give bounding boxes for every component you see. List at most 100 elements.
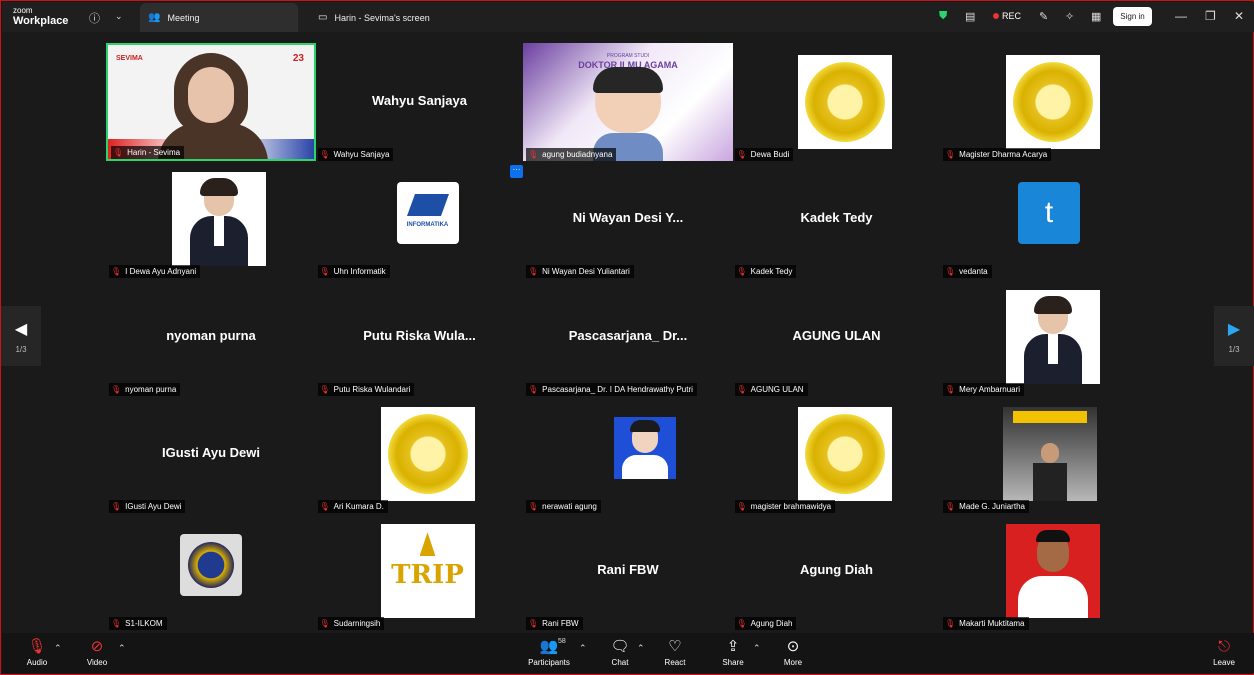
tile-more-button[interactable]: ··· [510,165,523,178]
participant-tile[interactable]: nyoman purna 🎙 nyoman purna [106,278,316,396]
informatika-logo-text: INFORMATIKA [406,222,449,229]
participant-name-tag: 🎙 Made G. Juniartha [943,499,1029,513]
sign-in-button[interactable]: Sign in [1113,7,1152,26]
participant-name-tag: 🎙 Ni Wayan Desi Yuliantari [526,265,634,279]
share-label: Share [722,658,744,667]
participant-tile[interactable]: Putu Riska Wula... 🎙 Putu Riska Wulandar… [315,278,525,396]
participant-tile[interactable]: 🎙 Made G. Juniartha [940,395,1150,513]
more-label: More [783,658,803,667]
mic-muted-icon: 🎙 [111,501,122,511]
participant-tile[interactable]: Pascasarjana_ Dr... 🎙 Pascasarjana_ Dr. … [523,278,733,396]
share-options-caret-icon[interactable]: ⌃ [753,643,761,654]
leave-button[interactable]: ⎋ Leave [1209,638,1239,667]
react-button[interactable]: ♡ React [660,638,690,667]
participant-name-tag: 🎙 Wahyu Sanjaya [317,148,394,161]
more-icon: ⊙ [786,638,800,655]
participants-options-caret-icon[interactable]: ⌃ [579,643,587,654]
arrow-left-icon: ◀ [14,320,28,338]
mic-muted-icon: 🎙 [111,384,122,394]
mic-muted-icon: 🎙 [528,267,539,277]
participant-name: Wahyu Sanjaya [333,150,390,159]
recording-indicator[interactable]: REC [993,11,1021,21]
participant-name: Sudarningsih [333,619,381,629]
audio-button[interactable]: 🎙 Audio [22,638,52,667]
audio-options-caret-icon[interactable]: ⌃ [54,643,62,654]
prev-page-button[interactable]: ◀ 1/3 [1,306,41,366]
share-button[interactable]: ⇪ Share [718,638,748,667]
mic-muted-icon: 🎙 [111,267,122,277]
security-shield-icon[interactable]: ⛊ [939,10,947,23]
mic-muted-icon: 🎙 [27,638,47,655]
mic-muted-icon: 🎙 [945,267,956,277]
mic-muted-icon: 🎙 [945,384,956,394]
participant-tile[interactable]: INFORMATIKA 🎙 Uhn Informatik [315,160,525,279]
participant-tile[interactable]: 🎙 S1-ILKOM [106,512,316,631]
participant-tile[interactable]: 🎙 Magister Dharma Acarya [940,43,1150,161]
participant-tile[interactable]: SEVIMA 23 🎙 Harin - Sevima [106,43,316,161]
apps-grid-icon[interactable]: ▦ [1091,10,1101,23]
participant-name: Harin - Sevima [127,148,181,157]
participant-tile[interactable]: 🎙 nerawati agung [523,395,733,513]
close-icon[interactable]: ✕ [1234,9,1244,23]
people-icon: 👥 [148,12,161,23]
mic-muted-icon: 🎙 [736,384,747,394]
trip-logo: TRIP [380,524,475,619]
participant-tile[interactable]: Ni Wayan Desi Y... 🎙 Ni Wayan Desi Yulia… [523,160,733,279]
video-options-caret-icon[interactable]: ⌃ [118,643,126,654]
slide-subtitle: PROGRAM STUDI [606,53,650,59]
chevron-down-icon[interactable]: ⌄ [115,11,123,22]
chat-options-caret-icon[interactable]: ⌃ [637,643,645,654]
participant-name-tag: 🎙 IGusti Ayu Dewi [109,499,186,513]
participant-tile[interactable]: TRIP 🎙 Sudarningsih [315,512,525,631]
sparkle-icon[interactable]: ✧ [1065,10,1074,23]
screen-share-icon: ▭ [318,12,328,23]
participant-name: Pascasarjana_ Dr. I DA Hendrawathy Putri [542,384,693,394]
minimize-icon[interactable]: — [1175,9,1187,23]
mic-muted-icon: 🎙 [736,150,747,159]
tab-meeting[interactable]: 👥 Meeting [140,3,298,32]
participant-tile[interactable]: t 🎙 vedanta [940,160,1150,279]
restore-icon[interactable]: ❐ [1205,9,1216,23]
participant-tile[interactable]: Rani FBW 🎙 Rani FBW [523,512,733,631]
participant-display-name: Rani FBW [597,562,659,578]
mic-muted-icon: 🎙 [736,501,747,511]
participant-name-tag: 🎙 I Dewa Ayu Adnyani [109,265,201,279]
participant-tile[interactable]: 🎙 I Dewa Ayu Adnyani [106,160,316,279]
participant-tile[interactable]: IGusti Ayu Dewi 🎙 IGusti Ayu Dewi [106,395,316,513]
mic-muted-icon: 🎙 [528,501,539,511]
participant-tile[interactable]: 🎙 Ari Kumara D. [315,395,525,513]
participant-tile[interactable]: 🎙 Mery Ambarnuari [940,278,1150,396]
rec-label: REC [1002,11,1022,21]
participant-name: Ni Wayan Desi Yuliantari [542,267,630,277]
participant-name: vedanta [959,267,988,277]
participant-name: I Dewa Ayu Adnyani [125,267,197,277]
participant-tile[interactable]: PROGRAM STUDI DOKTOR ILMU AGAMA 🎙 agung … [523,43,733,161]
participant-tile[interactable]: 🎙 Makarti Muktitama [940,512,1150,631]
video-button[interactable]: ⊘ Video [82,638,112,667]
participant-name: IGusti Ayu Dewi [125,501,182,511]
leave-icon: ⎋ [1218,638,1230,655]
next-page-button[interactable]: ▶ 1/3 [1214,306,1254,366]
participant-tile[interactable]: 🎙 Dewa Budi [732,43,942,161]
participant-name-tag: 🎙 Harin - Sevima [111,146,185,159]
participant-tile[interactable]: AGUNG ULAN 🎙 AGUNG ULAN [732,278,942,396]
participant-tile[interactable]: Kadek Tedy 🎙 Kadek Tedy [732,160,942,279]
zoom-window: zoom Workplace ⓘ ⌄ 👥 Meeting ▭ Harin - S… [0,0,1254,675]
pen-icon[interactable]: ✎ [1039,10,1048,23]
participant-tile[interactable]: Wahyu Sanjaya 🎙 Wahyu Sanjaya [315,43,525,161]
notes-icon[interactable]: ▤ [965,10,975,23]
participant-name-tag: 🎙 agung budiadnyana [526,148,617,161]
info-icon[interactable]: ⓘ [89,10,100,26]
profile-photo [172,172,266,267]
participant-tile[interactable]: 🎙 magister brahmawidya [732,395,942,513]
avatar: t [1018,182,1080,245]
participant-tile[interactable]: Agung Diah 🎙 Agung Diah [732,512,942,631]
more-button[interactable]: ⊙ More [778,638,808,667]
chat-button[interactable]: 🗨 Chat [606,638,634,667]
participant-name: Kadek Tedy [750,267,793,277]
tab-screen-share[interactable]: ▭ Harin - Sevima's screen [310,3,490,32]
participants-button[interactable]: 👥 Participants [524,638,574,667]
mic-muted-icon: 🎙 [319,501,330,511]
participant-display-name: Agung Diah [800,562,873,578]
tab-screen-share-label: Harin - Sevima's screen [334,12,430,23]
